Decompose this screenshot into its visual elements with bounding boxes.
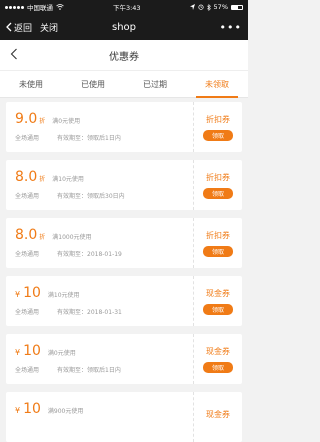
- coupon-validity: 有效期至：2018-01-19: [57, 251, 122, 258]
- coupon-scope: 全场通用: [15, 251, 40, 258]
- coupon-condition: 满0元使用: [52, 118, 81, 125]
- coupon-unit: 折: [39, 118, 46, 125]
- claim-button[interactable]: 领取: [203, 187, 233, 199]
- battery-icon: [231, 4, 243, 10]
- coupon-card: ¥ 10 满10元使用 全场通用 有效期至：2018-01-31 现金券 领取: [6, 276, 242, 326]
- coupon-card: 8.0 折 满1000元使用 全场通用 有效期至：2018-01-19 折扣券 …: [6, 218, 242, 268]
- back-label: 返回: [14, 23, 33, 34]
- back-button[interactable]: 返回: [6, 21, 32, 34]
- coupon-amount: 8.0: [15, 227, 38, 243]
- coupon-type: 折扣券: [206, 230, 230, 240]
- coupon-amount: 10: [23, 343, 41, 359]
- coupon-type: 现金券: [206, 410, 230, 419]
- coupon-side: 折扣券 领取: [194, 160, 242, 210]
- coupon-currency: ¥: [15, 290, 21, 299]
- coupon-side: 现金券: [194, 392, 242, 442]
- coupon-info: ¥ 10 满10元使用 全场通用 有效期至：2018-01-31: [6, 276, 194, 326]
- tab-expired[interactable]: 已过期: [124, 71, 186, 97]
- coupon-info: 8.0 折 满1000元使用 全场通用 有效期至：2018-01-19: [6, 218, 194, 268]
- status-left: 中国联通: [5, 2, 64, 12]
- coupon-type: 现金券: [206, 346, 230, 356]
- coupon-type: 折扣券: [206, 114, 230, 124]
- coupon-scope: 全场通用: [15, 135, 40, 142]
- coupon-condition: 满10元使用: [47, 292, 80, 299]
- claim-button[interactable]: 领取: [203, 129, 233, 141]
- coupon-condition: 满900元使用: [47, 408, 84, 415]
- alarm-icon: [197, 4, 204, 10]
- status-bar: 中国联通 下午3:43 57%: [0, 0, 248, 14]
- clock: 下午3:43: [112, 4, 141, 12]
- coupon-validity: 有效期至：领取后1日内: [57, 135, 121, 142]
- carrier-label: 中国联通: [27, 4, 53, 12]
- coupon-unit: 折: [39, 176, 46, 183]
- wifi-icon: [56, 4, 64, 10]
- coupon-info: ¥ 10 满900元使用: [6, 392, 194, 442]
- bluetooth-icon: [206, 3, 211, 11]
- coupon-info: 8.0 折 满10元使用 全场通用 有效期至：领取后30日内: [6, 160, 194, 210]
- signal-icon: [5, 5, 24, 9]
- coupon-card: ¥ 10 满900元使用 现金券: [6, 392, 242, 442]
- tab-used[interactable]: 已使用: [62, 71, 124, 97]
- claim-button[interactable]: 领取: [203, 361, 233, 373]
- page-title: 优惠券: [109, 51, 139, 63]
- tab-unused[interactable]: 未使用: [0, 71, 62, 97]
- chevron-left-icon: [6, 22, 12, 32]
- coupon-condition: 满1000元使用: [52, 234, 92, 241]
- coupon-card: 8.0 折 满10元使用 全场通用 有效期至：领取后30日内 折扣券 领取: [6, 160, 242, 210]
- coupon-side: 现金券 领取: [194, 334, 242, 384]
- coupon-side: 折扣券 领取: [194, 102, 242, 152]
- page-header: 优惠券: [0, 40, 248, 70]
- coupon-type: 现金券: [206, 288, 230, 298]
- coupon-currency: ¥: [15, 406, 21, 415]
- battery-fill: [232, 5, 238, 9]
- coupon-condition: 满0元使用: [47, 350, 76, 357]
- coupon-tabs: 未使用 已使用 已过期 未领取: [0, 70, 248, 98]
- coupon-validity: 有效期至：领取后30日内: [57, 193, 125, 200]
- coupon-card: 9.0 折 满0元使用 全场通用 有效期至：领取后1日内 折扣券 领取: [6, 102, 242, 152]
- coupon-list: 9.0 折 满0元使用 全场通用 有效期至：领取后1日内 折扣券 领取 8.0 …: [0, 98, 248, 442]
- more-menu-button[interactable]: •••: [220, 21, 242, 34]
- coupon-type: 折扣券: [206, 172, 230, 182]
- coupon-currency: ¥: [15, 348, 21, 357]
- coupon-unit: 折: [39, 234, 46, 241]
- tab-unclaimed[interactable]: 未领取: [186, 71, 248, 98]
- coupon-amount: 10: [23, 285, 41, 301]
- battery-percent: 57%: [213, 3, 228, 11]
- coupon-amount: 8.0: [15, 169, 38, 185]
- location-icon: [189, 4, 195, 10]
- status-right: 57%: [189, 3, 243, 11]
- app-title: shop: [111, 21, 136, 33]
- close-button[interactable]: 关闭: [40, 21, 58, 34]
- back-chevron-icon[interactable]: [10, 48, 18, 60]
- coupon-info: ¥ 10 满0元使用 全场通用 有效期至：领取后1日内: [6, 334, 194, 384]
- coupon-card: ¥ 10 满0元使用 全场通用 有效期至：领取后1日内 现金券 领取: [6, 334, 242, 384]
- coupon-info: 9.0 折 满0元使用 全场通用 有效期至：领取后1日内: [6, 102, 194, 152]
- claim-button[interactable]: 领取: [203, 245, 233, 257]
- coupon-amount: 9.0: [15, 111, 38, 127]
- coupon-side: 折扣券 领取: [194, 218, 242, 268]
- coupon-amount: 10: [23, 401, 41, 417]
- coupon-validity: 有效期至：2018-01-31: [57, 309, 122, 316]
- coupon-scope: 全场通用: [15, 309, 40, 316]
- coupon-side: 现金券 领取: [194, 276, 242, 326]
- coupon-validity: 有效期至：领取后1日内: [57, 367, 121, 374]
- wechat-nav-bar: 返回 关闭 shop •••: [0, 14, 248, 40]
- claim-button[interactable]: 领取: [203, 303, 233, 315]
- coupon-scope: 全场通用: [15, 193, 40, 200]
- coupon-condition: 满10元使用: [52, 176, 84, 183]
- coupon-scope: 全场通用: [15, 367, 40, 374]
